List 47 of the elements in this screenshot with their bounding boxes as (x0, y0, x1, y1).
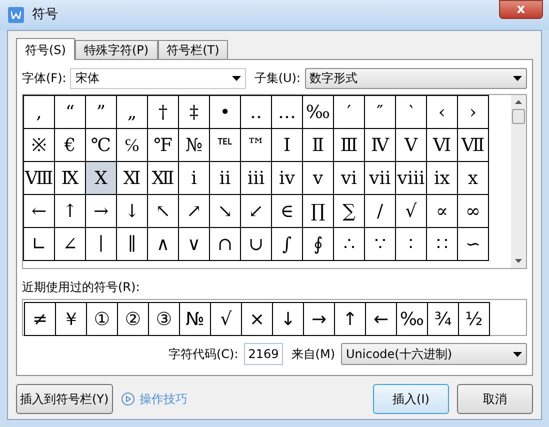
symbol-cell[interactable]: ∟ (23, 227, 55, 261)
dropdown-arrow-icon (513, 76, 522, 80)
recent-symbol-cell[interactable]: ① (86, 302, 118, 336)
recent-symbol-cell[interactable]: ② (117, 302, 149, 336)
recent-symbol-cell[interactable]: ↓ (272, 302, 304, 336)
recent-symbol-cell[interactable]: ③ (148, 302, 180, 336)
tab[interactable]: 符号栏(T) (158, 40, 228, 59)
recent-symbol-cell[interactable]: √ (210, 302, 242, 336)
tab[interactable]: 特殊字符(P) (74, 40, 158, 59)
symbol-cell[interactable]: , (23, 95, 55, 129)
recent-symbol-cell[interactable]: ← (365, 302, 397, 336)
recent-symbol-cell[interactable]: ≠ (24, 302, 56, 336)
recent-symbol-cell[interactable]: ↑ (334, 302, 366, 336)
play-icon (120, 392, 135, 406)
cancel-button[interactable]: 取消 (457, 384, 533, 414)
scrollbar[interactable] (511, 95, 526, 268)
recent-symbol-cell[interactable]: ¾ (427, 302, 459, 336)
from-dropdown[interactable]: Unicode(十六进制) (341, 343, 527, 365)
scroll-up-icon[interactable] (515, 100, 522, 104)
app-icon (8, 7, 24, 23)
char-code-label: 字符代码(C): (168, 346, 238, 363)
recent-symbol-cell[interactable]: ￥ (55, 302, 87, 336)
font-label: 字体(F): (22, 70, 66, 87)
symbol-cell[interactable]: ∽ (457, 227, 489, 261)
recent-symbol-cell[interactable]: № (179, 302, 211, 336)
recent-label: 近期使用过的符号(R): (22, 279, 141, 294)
from-label: 来自(M) (291, 346, 335, 363)
window-title: 符号 (32, 6, 58, 24)
recent-symbol-cell[interactable]: ½ (458, 302, 490, 336)
font-dropdown[interactable]: 宋体 (70, 68, 246, 88)
subset-label: 子集(U): (254, 70, 301, 87)
dropdown-arrow-icon (513, 352, 522, 356)
tab[interactable]: 符号(S) (16, 38, 75, 60)
symbol-cell[interactable]: Ⅹ (85, 161, 117, 195)
close-button[interactable]: x (499, 0, 543, 19)
insert-button[interactable]: 插入(I) (373, 384, 449, 414)
recent-symbol-cell[interactable]: × (241, 302, 273, 336)
char-code-field[interactable]: 2169 (244, 343, 284, 365)
dropdown-arrow-icon (232, 76, 242, 80)
insert-to-bar-button[interactable]: 插入到符号栏(Y) (16, 384, 113, 414)
scroll-down-icon[interactable] (515, 259, 522, 263)
symbol-cell[interactable]: › (457, 95, 489, 129)
scrollbar-thumb[interactable] (512, 109, 525, 124)
recent-symbol-cell[interactable]: ‰ (396, 302, 428, 336)
symbol-cell[interactable]: Ⅷ (23, 161, 55, 195)
subset-dropdown[interactable]: 数字形式 (304, 68, 527, 88)
recent-symbol-cell[interactable]: → (303, 302, 335, 336)
